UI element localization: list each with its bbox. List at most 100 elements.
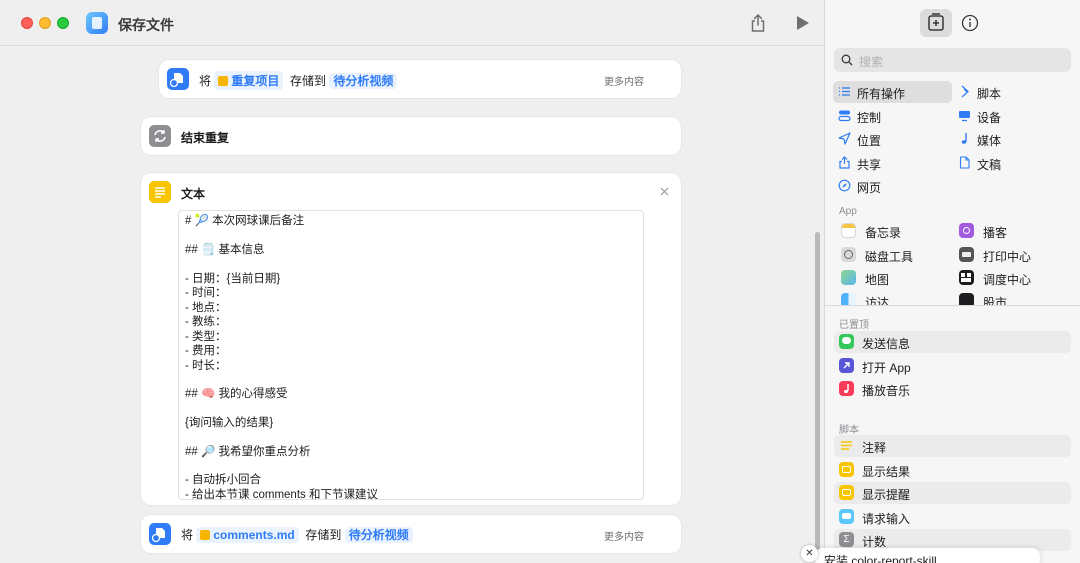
- app-maps[interactable]: 地图: [837, 267, 953, 289]
- action-library-sidebar: 搜索 所有操作 控制 位置 共享 网页 脚本 设备 媒体 文稿 App 备忘录 …: [824, 0, 1080, 563]
- text-line: - 教练：: [185, 316, 227, 328]
- text-content-field[interactable]: # 🎾 本次网球课后备注 ## 🗒️ 基本信息 - 日期：{当前日期} - 时间…: [178, 210, 644, 500]
- action-label: 显示结果: [862, 465, 911, 479]
- category-media[interactable]: 媒体: [953, 128, 1072, 150]
- destination-token[interactable]: 待分析视频: [329, 73, 398, 89]
- zoom-window-button[interactable]: [57, 17, 69, 29]
- app-label: 调度中心: [983, 273, 1032, 287]
- text-icon: [149, 181, 171, 203]
- compass-icon: [838, 179, 851, 192]
- text-line: - 给出本节课 comments 和下节课建议: [185, 489, 378, 500]
- app-label: 备忘录: [865, 226, 902, 240]
- repeat-icon: [149, 125, 171, 147]
- action-comment[interactable]: 注释: [834, 435, 1071, 457]
- script-section-heading: 脚本: [839, 425, 859, 436]
- action-open-app[interactable]: 打开 App: [834, 355, 1071, 377]
- text-line: - 时长：: [185, 360, 227, 372]
- minimize-window-button[interactable]: [39, 17, 51, 29]
- pinned-section-heading: 已置顶: [839, 320, 869, 331]
- toast-close-button[interactable]: ✕: [801, 545, 818, 562]
- category-label: 网页: [857, 181, 882, 195]
- app-label: 打印中心: [983, 250, 1032, 264]
- action-label: 播放音乐: [862, 384, 911, 398]
- app-label: 磁盘工具: [865, 250, 914, 264]
- music-icon: [839, 381, 854, 396]
- category-label: 控制: [857, 111, 882, 125]
- category-sharing[interactable]: 共享: [833, 152, 952, 174]
- save-file-action-1[interactable]: 将 重复项目 存储到 待分析视频 更多内容: [159, 60, 681, 98]
- search-input[interactable]: 搜索: [834, 48, 1071, 72]
- search-icon: [841, 54, 853, 66]
- pinned-actions-panel: 已置顶 发送信息 打开 App 播放音乐 脚本 注释 显示结果 显示提醒 请求输…: [825, 306, 1080, 563]
- save-file-icon: [149, 523, 171, 545]
- editor-scrollbar[interactable]: [815, 232, 820, 554]
- notes-icon: [841, 223, 856, 238]
- action-play-music[interactable]: 播放音乐: [834, 378, 1071, 400]
- scripting-icon: [961, 85, 969, 98]
- app-print-center[interactable]: 打印中心: [955, 244, 1071, 266]
- end-repeat-action[interactable]: 结束重复: [141, 117, 681, 155]
- text-line: - 时间：: [185, 287, 227, 299]
- monitor-icon: [959, 111, 970, 122]
- category-scripting[interactable]: 脚本: [953, 81, 1072, 103]
- maps-icon: [841, 270, 856, 285]
- printer-icon: [959, 247, 974, 262]
- save-file-icon: [167, 68, 189, 90]
- category-location[interactable]: 位置: [833, 128, 952, 150]
- disk-utility-icon: [841, 247, 856, 262]
- action-send-message[interactable]: 发送信息: [834, 331, 1071, 353]
- share-icon[interactable]: [749, 13, 767, 33]
- app-podcasts[interactable]: 播客: [955, 220, 1071, 242]
- more-options-button[interactable]: 更多内容: [604, 528, 644, 543]
- window-title[interactable]: 保存文件: [118, 15, 174, 35]
- share-icon: [839, 156, 850, 169]
- category-control[interactable]: 控制: [833, 105, 952, 127]
- end-repeat-label: 结束重复: [181, 131, 230, 145]
- save-prefix-label: 将: [181, 528, 194, 542]
- shortcut-editor: 保存文件 将 重复项目 存储到 待分析视频 更多内容 结束重复 文本 # 🎾 本…: [0, 0, 824, 563]
- category-label: 共享: [857, 158, 882, 172]
- text-line: - 费用：: [185, 345, 227, 357]
- messages-icon: [839, 334, 854, 349]
- app-mission-control[interactable]: 调度中心: [955, 267, 1071, 289]
- variable-token[interactable]: 重复项目: [214, 71, 284, 90]
- category-all-actions[interactable]: 所有操作: [833, 81, 952, 103]
- variable-icon: [218, 76, 229, 86]
- toast-text: 安装 color-report-skill: [824, 554, 937, 563]
- destination-token[interactable]: 待分析视频: [344, 527, 413, 543]
- text-line: {询问输入的结果}: [185, 417, 274, 429]
- app-notes[interactable]: 备忘录: [837, 220, 953, 242]
- more-options-button[interactable]: 更多内容: [604, 73, 644, 88]
- category-documents[interactable]: 文稿: [953, 152, 1072, 174]
- action-library-tab[interactable]: [920, 9, 952, 37]
- comment-lines-icon: [839, 438, 854, 453]
- save-file-action-2[interactable]: 将 comments.md 存储到 待分析视频 更多内容: [141, 515, 681, 553]
- info-icon[interactable]: [959, 12, 981, 34]
- play-icon[interactable]: [795, 14, 811, 32]
- close-icon[interactable]: [660, 187, 669, 196]
- save-middle-label: 存储到: [290, 74, 327, 88]
- save-prefix-label: 将: [199, 74, 212, 88]
- shortcut-app-icon: [86, 12, 108, 34]
- variable-token[interactable]: comments.md: [196, 527, 299, 543]
- close-window-button[interactable]: [21, 17, 33, 29]
- text-line: ## 🧠 我的心得感受: [185, 388, 288, 400]
- app-section-heading: App: [839, 206, 857, 217]
- toggles-icon: [838, 110, 851, 122]
- category-web[interactable]: 网页: [833, 175, 952, 197]
- document-icon: [959, 156, 970, 169]
- category-device[interactable]: 设备: [953, 105, 1072, 127]
- action-show-result[interactable]: 显示结果: [834, 459, 1071, 481]
- action-show-alert[interactable]: 显示提醒: [834, 482, 1071, 504]
- category-label: 所有操作: [857, 87, 906, 101]
- action-ask-input[interactable]: 请求输入: [834, 506, 1071, 528]
- mission-control-icon: [959, 270, 974, 285]
- music-note-icon: [961, 133, 967, 144]
- podcasts-icon: [959, 223, 974, 238]
- app-disk-utility[interactable]: 磁盘工具: [837, 244, 953, 266]
- category-label: 文稿: [977, 158, 1002, 172]
- text-line: ## 🔎 我希望你重点分析: [185, 446, 311, 458]
- app-label: 播客: [983, 226, 1008, 240]
- search-placeholder: 搜索: [859, 55, 884, 69]
- text-action-title: 文本: [181, 187, 206, 201]
